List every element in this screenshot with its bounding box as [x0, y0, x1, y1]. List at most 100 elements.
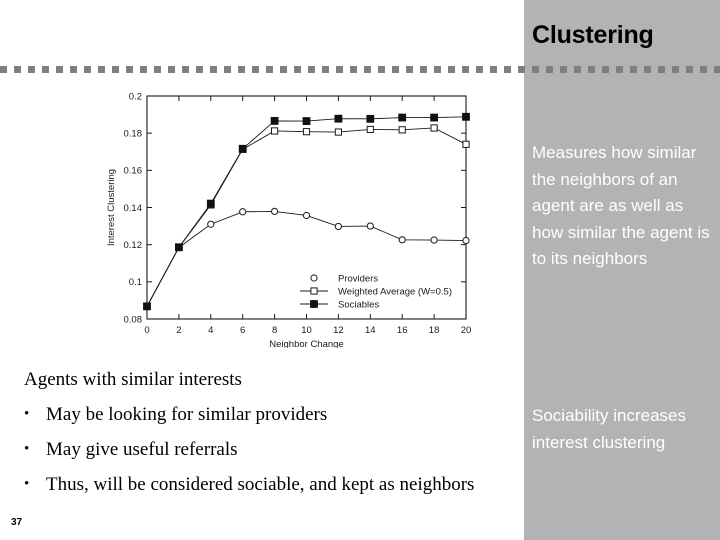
dash-segment: [630, 66, 637, 73]
dash-segment: [658, 66, 665, 73]
x-tick-label: 14: [365, 325, 376, 336]
data-marker: [302, 211, 311, 220]
y-tick-label: 0.08: [124, 314, 143, 325]
dash-segment: [364, 66, 371, 73]
x-tick-label: 16: [397, 325, 408, 336]
dash-segment: [420, 66, 427, 73]
dash-segment: [700, 66, 707, 73]
list-item-label: May be looking for similar providers: [46, 404, 328, 425]
data-marker: [271, 207, 279, 216]
dash-segment: [518, 66, 525, 73]
data-marker: [206, 199, 215, 208]
data-marker: [175, 243, 183, 252]
dash-segment: [42, 66, 49, 73]
data-marker: [207, 220, 215, 228]
legend-label: Weighted Average (W=0.5): [338, 286, 452, 297]
data-marker: [366, 114, 375, 123]
list-item: • May give useful referrals: [24, 437, 514, 462]
y-tick-label: 0.12: [124, 240, 143, 251]
list-item-label: May give useful referrals: [46, 439, 238, 460]
legend-label: Providers: [338, 273, 378, 284]
x-tick-label: 6: [240, 325, 245, 336]
body-lead-line: Agents with similar interests: [24, 369, 242, 390]
dash-segment: [434, 66, 441, 73]
dash-segment: [322, 66, 329, 73]
dash-segment: [196, 66, 203, 73]
dash-segment: [84, 66, 91, 73]
y-tick-label: 0.2: [129, 91, 142, 102]
y-tick-label: 0.18: [124, 129, 143, 140]
dash-segment: [546, 66, 553, 73]
dash-segment: [532, 66, 539, 73]
data-marker: [239, 208, 247, 216]
x-tick-label: 2: [176, 325, 181, 336]
dash-segment: [14, 66, 21, 73]
dash-segment: [154, 66, 161, 73]
data-marker: [334, 222, 342, 231]
x-tick-label: 12: [333, 325, 344, 336]
list-item: • Thus, will be considered sociable, and…: [24, 472, 514, 497]
dash-segment: [448, 66, 455, 73]
dash-segment: [476, 66, 483, 73]
x-tick-label: 4: [208, 325, 213, 336]
dash-segment: [588, 66, 595, 73]
dash-segment: [238, 66, 245, 73]
dash-segment: [616, 66, 623, 73]
data-marker: [310, 300, 318, 308]
dash-segment: [140, 66, 147, 73]
data-marker: [271, 127, 279, 135]
x-axis-title: Neighbor Change: [269, 339, 343, 348]
dash-segment: [98, 66, 105, 73]
data-marker: [430, 236, 438, 244]
data-marker: [462, 112, 470, 121]
dash-segment: [490, 66, 497, 73]
page-title: Clustering: [532, 21, 654, 49]
side-note-measures: Measures how similar the neighbors of an…: [532, 143, 710, 268]
dash-segment: [644, 66, 651, 73]
dash-segment: [266, 66, 273, 73]
dash-segment: [280, 66, 287, 73]
legend-entry: Weighted Average (W=0.5): [300, 286, 452, 297]
dash-segment: [406, 66, 413, 73]
dash-segment: [462, 66, 469, 73]
dash-segment: [336, 66, 343, 73]
data-marker: [430, 113, 439, 122]
x-tick-label: 18: [429, 325, 440, 336]
dash-segment: [504, 66, 511, 73]
dash-segment: [126, 66, 133, 73]
data-marker: [462, 140, 470, 148]
data-marker: [430, 124, 438, 132]
dash-segment: [378, 66, 385, 73]
y-tick-label: 0.16: [124, 166, 143, 177]
legend-entry: Sociables: [300, 299, 379, 310]
data-marker: [310, 287, 318, 295]
data-marker: [238, 144, 247, 153]
page-number: 37: [11, 517, 23, 528]
y-tick-label: 0.14: [124, 203, 143, 214]
interest-clustering-chart: 0 2 4 6 8 10 12 14 16 18 20 0.08 0.1 0.12 0.14 0.16 0.18…: [104, 86, 484, 348]
data-marker: [398, 113, 407, 122]
dash-segment: [224, 66, 231, 73]
data-marker: [334, 114, 343, 123]
slide-canvas: Clustering 0 2 4 6 8 10 12 14 16 18 20 0.08 0.1 0.12 0…: [0, 0, 720, 540]
dash-segment: [70, 66, 77, 73]
dash-segment: [686, 66, 693, 73]
dash-segment: [672, 66, 679, 73]
body-content: Agents with similar interests • May be l…: [24, 367, 514, 507]
data-marker: [302, 117, 311, 125]
x-tick-label: 20: [461, 325, 472, 336]
data-marker: [302, 128, 311, 136]
x-tick-label: 8: [272, 325, 277, 336]
x-tick-label: 10: [301, 325, 312, 336]
dash-segment: [56, 66, 63, 73]
series-3: [143, 112, 470, 311]
list-item: • May be looking for similar providers: [24, 402, 514, 427]
dash-segment: [168, 66, 175, 73]
dashed-divider: [0, 66, 720, 73]
data-marker: [143, 302, 151, 311]
dash-segment: [574, 66, 581, 73]
bullet-icon: •: [24, 476, 30, 492]
dash-segment: [392, 66, 399, 73]
dash-segment: [602, 66, 609, 73]
dash-segment: [182, 66, 189, 73]
